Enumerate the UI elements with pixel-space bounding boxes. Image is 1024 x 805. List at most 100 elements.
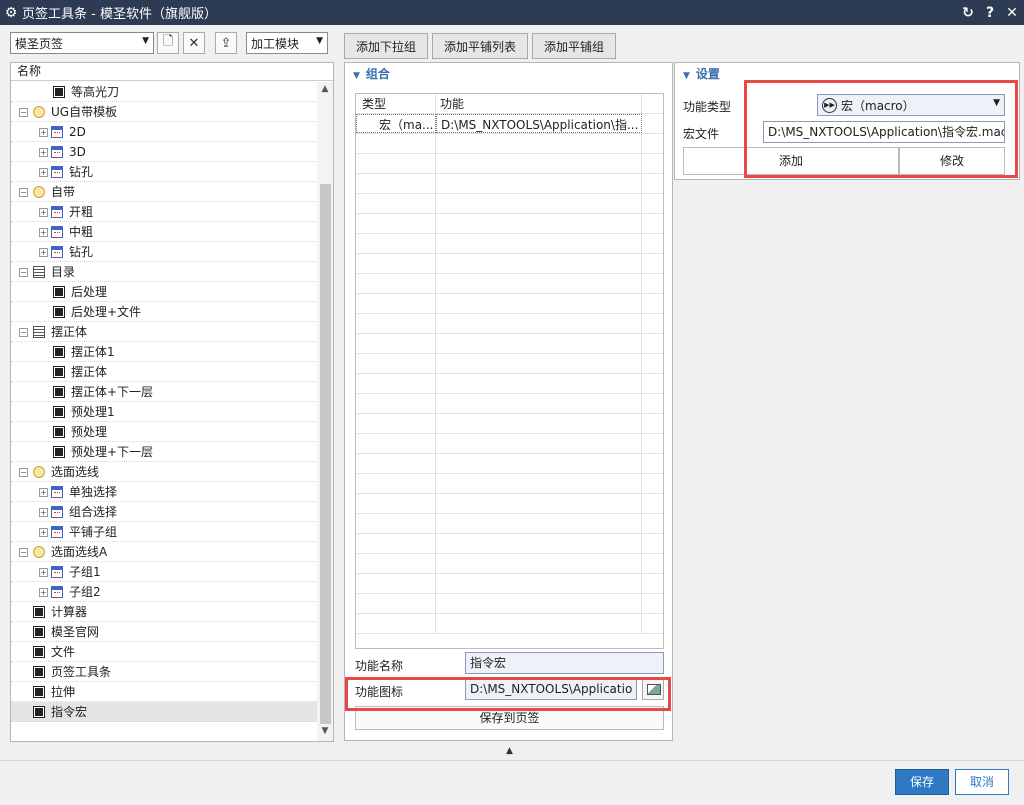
function-grid[interactable]: 类型 功能 宏（ma... D:\MS_NXTOOLS\Application\指… xyxy=(355,93,664,649)
help-icon[interactable]: ? xyxy=(980,5,1000,21)
tree-item[interactable]: 后处理 xyxy=(11,282,317,302)
tree-item-label: 子组2 xyxy=(69,585,101,599)
tree-item[interactable]: 摆正体1 xyxy=(11,342,317,362)
tree-item[interactable]: + 中粗 xyxy=(11,222,317,242)
grid-row xyxy=(356,394,663,414)
tree-item[interactable]: + 单独选择 xyxy=(11,482,317,502)
grid-cell-type xyxy=(356,574,436,593)
black-square-icon xyxy=(53,426,65,438)
expand-icon[interactable]: + xyxy=(39,528,48,537)
tree-item[interactable]: + 子组2 xyxy=(11,582,317,602)
tab-tree[interactable]: 名称 等高光刀 − UG自带模板 +2D +3D + 钻孔 − 自带 + 开粗 + 中粗 + 钻孔 − 目录 后处… xyxy=(10,62,334,742)
add-tile-list-button[interactable]: 添加平铺列表 xyxy=(432,33,528,59)
grid-cell-function xyxy=(436,294,642,313)
black-square-icon xyxy=(33,706,45,718)
tree-item[interactable]: − 目录 xyxy=(11,262,317,282)
export-button[interactable]: ⇪ xyxy=(215,32,237,54)
expand-icon[interactable]: + xyxy=(39,208,48,217)
grid-cell-function xyxy=(436,134,642,153)
tree-item[interactable]: 等高光刀 xyxy=(11,82,317,102)
expand-icon[interactable]: + xyxy=(39,248,48,257)
scroll-thumb[interactable] xyxy=(320,184,331,724)
tree-item[interactable]: 模圣官网 xyxy=(11,622,317,642)
tree-item[interactable]: − 选面选线 xyxy=(11,462,317,482)
collapse-icon[interactable]: − xyxy=(19,468,28,477)
tree-item[interactable]: 摆正体 xyxy=(11,362,317,382)
black-square-icon xyxy=(53,346,65,358)
tree-item[interactable]: + 平铺子组 xyxy=(11,522,317,542)
module-select[interactable]: 加工模块 ▼ xyxy=(246,32,328,54)
add-tile-group-button[interactable]: 添加平铺组 xyxy=(532,33,616,59)
tree-item[interactable]: + 钻孔 xyxy=(11,162,317,182)
collapse-icon[interactable]: − xyxy=(19,548,28,557)
group-icon xyxy=(33,186,45,198)
grid-cell-function xyxy=(436,374,642,393)
grid-row xyxy=(356,514,663,534)
expand-icon[interactable]: + xyxy=(39,588,48,597)
tree-item[interactable]: − 摆正体 xyxy=(11,322,317,342)
tree-item-label: 组合选择 xyxy=(69,505,118,519)
collapse-icon[interactable]: − xyxy=(19,108,28,117)
expand-icon[interactable]: + xyxy=(39,148,48,157)
tree-item[interactable]: 页签工具条 xyxy=(11,662,317,682)
collapse-icon[interactable]: − xyxy=(19,188,28,197)
delete-button[interactable]: ✕ xyxy=(183,32,205,54)
calendar-icon xyxy=(51,526,63,538)
grid-cell-function xyxy=(436,234,642,253)
tree-item[interactable]: − UG自带模板 xyxy=(11,102,317,122)
tab-select[interactable]: 模圣页签 ▼ xyxy=(10,32,154,54)
tree-item[interactable]: 指令宏 xyxy=(11,702,317,722)
collapse-arrow-icon[interactable]: ▲ xyxy=(506,746,513,756)
group-section-title[interactable]: ▼ 组合 xyxy=(345,63,672,85)
tree-item[interactable]: + 钻孔 xyxy=(11,242,317,262)
grid-row[interactable]: 宏（ma... D:\MS_NXTOOLS\Application\指... xyxy=(356,114,663,134)
grid-row xyxy=(356,234,663,254)
expand-icon[interactable]: + xyxy=(39,568,48,577)
tree-item[interactable]: 后处理+文件 xyxy=(11,302,317,322)
tree-item[interactable]: 计算器 xyxy=(11,602,317,622)
grid-cell-function xyxy=(436,474,642,493)
refresh-icon[interactable]: ↻ xyxy=(958,5,978,21)
tree-item[interactable]: 预处理1 xyxy=(11,402,317,422)
tree-item[interactable]: 摆正体+下一层 xyxy=(11,382,317,402)
expand-icon[interactable]: + xyxy=(39,128,48,137)
tree-item[interactable]: 文件 xyxy=(11,642,317,662)
calendar-icon xyxy=(51,486,63,498)
save-button[interactable]: 保存 xyxy=(895,769,949,795)
grid-cell-type xyxy=(356,154,436,173)
grid-row xyxy=(356,454,663,474)
close-icon[interactable]: ✕ xyxy=(1002,5,1022,21)
grid-cell-type xyxy=(356,614,436,633)
tree-item[interactable]: − 自带 xyxy=(11,182,317,202)
tree-item[interactable]: + 组合选择 xyxy=(11,502,317,522)
collapse-icon[interactable]: − xyxy=(19,268,28,277)
tree-item[interactable]: 预处理+下一层 xyxy=(11,442,317,462)
tree-item-label: 3D xyxy=(69,145,86,159)
function-name-input[interactable]: 指令宏 xyxy=(465,652,664,674)
collapse-icon[interactable]: − xyxy=(19,328,28,337)
scroll-down-icon[interactable]: ▼ xyxy=(317,726,333,736)
expand-icon[interactable]: + xyxy=(39,168,48,177)
tree-item[interactable]: − 选面选线A xyxy=(11,542,317,562)
expand-icon[interactable]: + xyxy=(39,228,48,237)
tree-scrollbar[interactable]: ▲ ▼ xyxy=(317,82,333,741)
triangle-down-icon: ▼ xyxy=(353,71,360,81)
tree-item[interactable]: +3D xyxy=(11,142,317,162)
function-type-label: 功能类型 xyxy=(683,100,732,114)
tree-item[interactable]: + 子组1 xyxy=(11,562,317,582)
window-title: 页签工具条 - 模圣软件（旗舰版） xyxy=(22,7,217,22)
scroll-up-icon[interactable]: ▲ xyxy=(317,84,333,94)
expand-icon[interactable]: + xyxy=(39,508,48,517)
expand-icon[interactable]: + xyxy=(39,488,48,497)
new-item-button[interactable]: 🗋 xyxy=(157,32,179,54)
black-square-icon xyxy=(33,626,45,638)
tree-item[interactable]: 预处理 xyxy=(11,422,317,442)
tree-item-label: 模圣官网 xyxy=(51,625,100,639)
grid-cell-type xyxy=(356,274,436,293)
add-dropdown-group-button[interactable]: 添加下拉组 xyxy=(344,33,428,59)
tree-item[interactable]: 拉伸 xyxy=(11,682,317,702)
cancel-button[interactable]: 取消 xyxy=(955,769,1009,795)
tree-item[interactable]: + 开粗 xyxy=(11,202,317,222)
export-icon: ⇪ xyxy=(220,35,232,51)
tree-item[interactable]: +2D xyxy=(11,122,317,142)
